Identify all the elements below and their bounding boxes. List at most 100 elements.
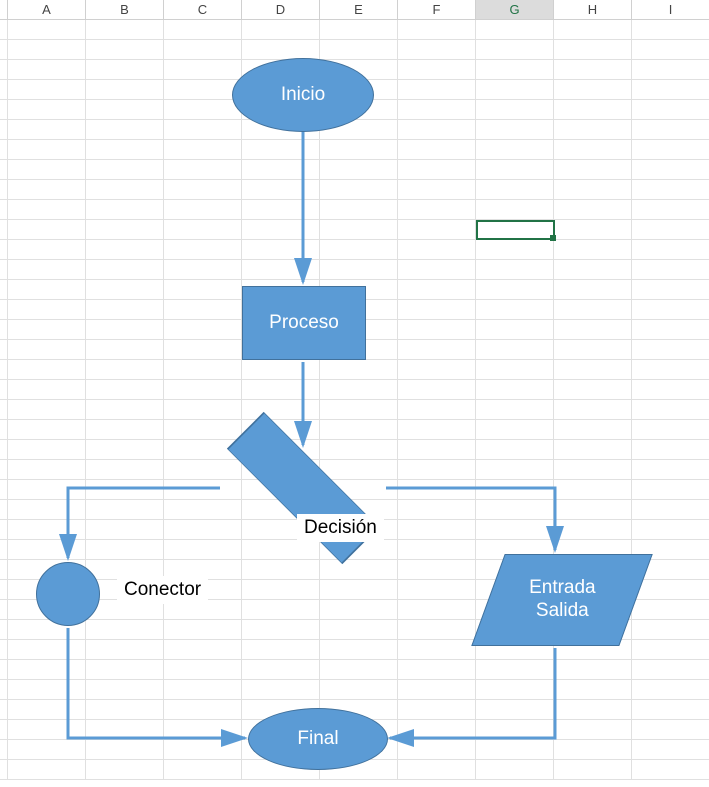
grid-cell[interactable]	[476, 620, 554, 639]
grid-cell[interactable]	[632, 320, 709, 339]
grid-cell[interactable]	[8, 480, 86, 499]
grid-cell[interactable]	[86, 100, 164, 119]
grid-cell[interactable]	[242, 220, 320, 239]
grid-cell[interactable]	[632, 720, 709, 739]
grid-cell[interactable]	[554, 160, 632, 179]
grid-cell[interactable]	[632, 180, 709, 199]
grid-cell[interactable]	[476, 60, 554, 79]
grid-cell[interactable]	[242, 600, 320, 619]
grid-cell[interactable]	[164, 180, 242, 199]
grid-cell[interactable]	[320, 200, 398, 219]
grid-cell[interactable]	[632, 680, 709, 699]
grid-cell[interactable]	[476, 200, 554, 219]
grid-cell[interactable]	[398, 680, 476, 699]
grid-cell[interactable]	[554, 760, 632, 779]
grid-cell[interactable]	[476, 240, 554, 259]
grid-cell[interactable]	[242, 200, 320, 219]
grid-cell[interactable]	[632, 480, 709, 499]
grid-cell[interactable]	[8, 140, 86, 159]
grid-cell[interactable]	[86, 720, 164, 739]
grid-cell[interactable]	[242, 300, 320, 319]
grid-cell[interactable]	[242, 740, 320, 759]
grid-cell[interactable]	[476, 540, 554, 559]
grid-cell[interactable]	[242, 380, 320, 399]
grid-cell[interactable]	[8, 400, 86, 419]
grid-cell[interactable]	[164, 520, 242, 539]
grid-cell[interactable]	[398, 20, 476, 39]
grid-cell[interactable]	[632, 260, 709, 279]
grid-cell[interactable]	[86, 140, 164, 159]
grid-cell[interactable]	[476, 260, 554, 279]
grid-cell[interactable]	[320, 260, 398, 279]
grid-cell[interactable]	[8, 320, 86, 339]
grid-cell[interactable]	[632, 380, 709, 399]
grid-cell[interactable]	[320, 520, 398, 539]
grid-cell[interactable]	[164, 80, 242, 99]
grid-cell[interactable]	[164, 400, 242, 419]
grid-cell[interactable]	[242, 60, 320, 79]
grid-cell[interactable]	[320, 560, 398, 579]
grid-cell[interactable]	[164, 720, 242, 739]
grid-cell[interactable]	[476, 700, 554, 719]
grid-cell[interactable]	[476, 80, 554, 99]
grid-cell[interactable]	[476, 320, 554, 339]
grid-cell[interactable]	[8, 360, 86, 379]
grid-cell[interactable]	[554, 520, 632, 539]
grid-cell[interactable]	[242, 620, 320, 639]
grid-cell[interactable]	[398, 520, 476, 539]
grid-cell[interactable]	[86, 220, 164, 239]
grid-cell[interactable]	[164, 500, 242, 519]
grid-cell[interactable]	[164, 760, 242, 779]
grid-cell[interactable]	[320, 160, 398, 179]
grid-cell[interactable]	[398, 400, 476, 419]
grid-cell[interactable]	[8, 540, 86, 559]
grid-cell[interactable]	[86, 440, 164, 459]
column-header-c[interactable]: C	[164, 0, 242, 19]
grid-cell[interactable]	[8, 760, 86, 779]
grid-cell[interactable]	[242, 440, 320, 459]
grid-cell[interactable]	[554, 460, 632, 479]
grid-cell[interactable]	[476, 20, 554, 39]
grid-cell[interactable]	[320, 760, 398, 779]
grid-cell[interactable]	[8, 640, 86, 659]
grid-cell[interactable]	[398, 700, 476, 719]
grid-cell[interactable]	[242, 520, 320, 539]
grid-cell[interactable]	[8, 260, 86, 279]
grid-cell[interactable]	[86, 660, 164, 679]
grid-cell[interactable]	[86, 360, 164, 379]
grid-cell[interactable]	[398, 500, 476, 519]
grid-cell[interactable]	[320, 80, 398, 99]
grid-cell[interactable]	[164, 740, 242, 759]
grid-cell[interactable]	[86, 460, 164, 479]
grid-cell[interactable]	[320, 380, 398, 399]
grid-cell[interactable]	[398, 160, 476, 179]
grid-cell[interactable]	[476, 500, 554, 519]
grid-cell[interactable]	[242, 360, 320, 379]
grid-cell[interactable]	[554, 480, 632, 499]
grid-cell[interactable]	[398, 420, 476, 439]
grid-cell[interactable]	[320, 740, 398, 759]
grid-cell[interactable]	[554, 140, 632, 159]
grid-cell[interactable]	[320, 460, 398, 479]
grid-cell[interactable]	[8, 120, 86, 139]
grid-cell[interactable]	[554, 400, 632, 419]
grid-cell[interactable]	[320, 300, 398, 319]
grid-cell[interactable]	[632, 280, 709, 299]
grid-cell[interactable]	[554, 360, 632, 379]
grid-cell[interactable]	[164, 60, 242, 79]
grid-cell[interactable]	[242, 340, 320, 359]
grid-cell[interactable]	[242, 760, 320, 779]
grid-cell[interactable]	[320, 720, 398, 739]
grid-cell[interactable]	[554, 240, 632, 259]
grid-cell[interactable]	[554, 260, 632, 279]
grid-cell[interactable]	[320, 700, 398, 719]
grid-cell[interactable]	[320, 40, 398, 59]
grid-cell[interactable]	[632, 640, 709, 659]
grid-cell[interactable]	[320, 440, 398, 459]
grid-cell[interactable]	[8, 60, 86, 79]
grid-cell[interactable]	[632, 700, 709, 719]
grid-cell[interactable]	[398, 240, 476, 259]
grid-cell[interactable]	[242, 100, 320, 119]
grid-cell[interactable]	[86, 540, 164, 559]
grid-cell[interactable]	[164, 320, 242, 339]
